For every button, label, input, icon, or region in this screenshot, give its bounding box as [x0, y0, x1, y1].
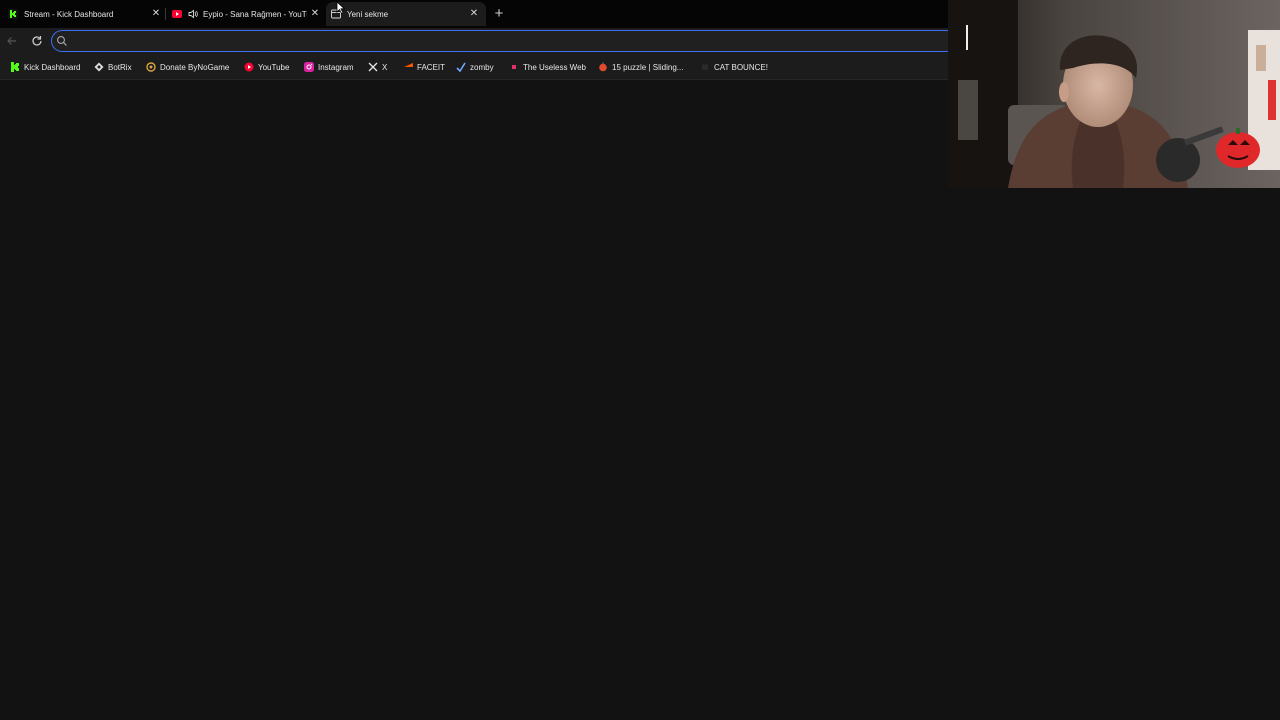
- bookmark-cat-bounce[interactable]: CAT BOUNCE!: [700, 61, 768, 73]
- arrow-left-icon: [7, 37, 16, 45]
- close-tab-icon[interactable]: ✕: [468, 8, 480, 20]
- bookmark-label: YouTube: [258, 62, 290, 72]
- bookmark-botrix[interactable]: BotRix: [94, 61, 132, 73]
- close-tab-icon[interactable]: ✕: [309, 8, 321, 20]
- zomby-icon: [456, 62, 466, 72]
- reload-icon: [32, 36, 42, 46]
- bookmark-donate-bynogame[interactable]: Donate ByNoGame: [146, 61, 229, 73]
- faceit-icon: [403, 62, 413, 72]
- youtube-icon: [172, 9, 182, 19]
- cat-bounce-icon: [700, 62, 710, 72]
- bookmark-instagram[interactable]: Instagram: [304, 61, 354, 73]
- instagram-icon: [304, 62, 314, 72]
- bookmarks-bar: Kick Dashboard BotRix Donate ByNoGame Yo…: [0, 54, 948, 80]
- webcam-overlay: [948, 0, 1280, 188]
- bookmark-zomby[interactable]: zomby: [456, 61, 494, 73]
- puzzle-icon: [598, 62, 608, 72]
- tab-title: Eypio - Sana Rağmen - YouTu: [203, 9, 307, 19]
- youtube-icon: [244, 62, 254, 72]
- kick-icon: [10, 62, 20, 72]
- reload-button[interactable]: [29, 33, 45, 49]
- bookmark-15-puzzle[interactable]: 15 puzzle | Sliding...: [598, 61, 683, 73]
- toolbar: [0, 28, 948, 54]
- kick-icon: [8, 9, 18, 19]
- search-icon: [57, 36, 67, 46]
- webcam-image: [948, 0, 1280, 188]
- bookmark-label: FACEIT: [417, 62, 446, 72]
- address-input[interactable]: [72, 33, 932, 49]
- x-icon: [368, 62, 378, 72]
- tab-title: Stream - Kick Dashboard: [24, 9, 114, 19]
- page-content: [0, 81, 948, 720]
- bookmark-label: 15 puzzle | Sliding...: [612, 62, 684, 72]
- tab-strip: Stream - Kick Dashboard ✕ Eypio - Sana R…: [0, 0, 948, 28]
- tab-title: Yeni sekme: [347, 9, 389, 19]
- bookmark-useless-web[interactable]: The Useless Web: [509, 61, 586, 73]
- tab-new-tab[interactable]: Yeni sekme ✕: [326, 2, 486, 26]
- bookmark-label: zomby: [470, 62, 494, 72]
- plus-icon[interactable]: +: [491, 6, 507, 22]
- tab-kick-dashboard[interactable]: Stream - Kick Dashboard ✕: [8, 2, 164, 26]
- bookmark-youtube[interactable]: YouTube: [244, 61, 289, 73]
- close-tab-icon[interactable]: ✕: [150, 8, 162, 20]
- bookmark-kick-dashboard[interactable]: Kick Dashboard: [10, 61, 80, 73]
- speaker-icon[interactable]: [188, 9, 198, 19]
- bookmark-label: Instagram: [318, 62, 354, 72]
- botrix-icon: [94, 62, 104, 72]
- back-button[interactable]: [4, 33, 20, 49]
- bookmark-label: CAT BOUNCE!: [714, 62, 768, 72]
- bookmark-faceit[interactable]: FACEIT: [403, 61, 445, 73]
- tab-youtube[interactable]: Eypio - Sana Rağmen - YouTu ✕: [172, 2, 324, 26]
- stream-background: [948, 188, 1280, 720]
- bookmark-label: The Useless Web: [523, 62, 586, 72]
- bookmark-x[interactable]: X: [368, 61, 387, 73]
- bookmark-label: Donate ByNoGame: [160, 62, 230, 72]
- bookmark-label: Kick Dashboard: [24, 62, 81, 72]
- bynogame-icon: [146, 62, 156, 72]
- address-bar[interactable]: [51, 30, 948, 52]
- tab-separator: [165, 8, 166, 20]
- bookmark-label: BotRix: [108, 62, 132, 72]
- useless-web-icon: [509, 62, 519, 72]
- mouse-cursor-icon: [336, 1, 346, 15]
- bookmark-label: X: [382, 62, 388, 72]
